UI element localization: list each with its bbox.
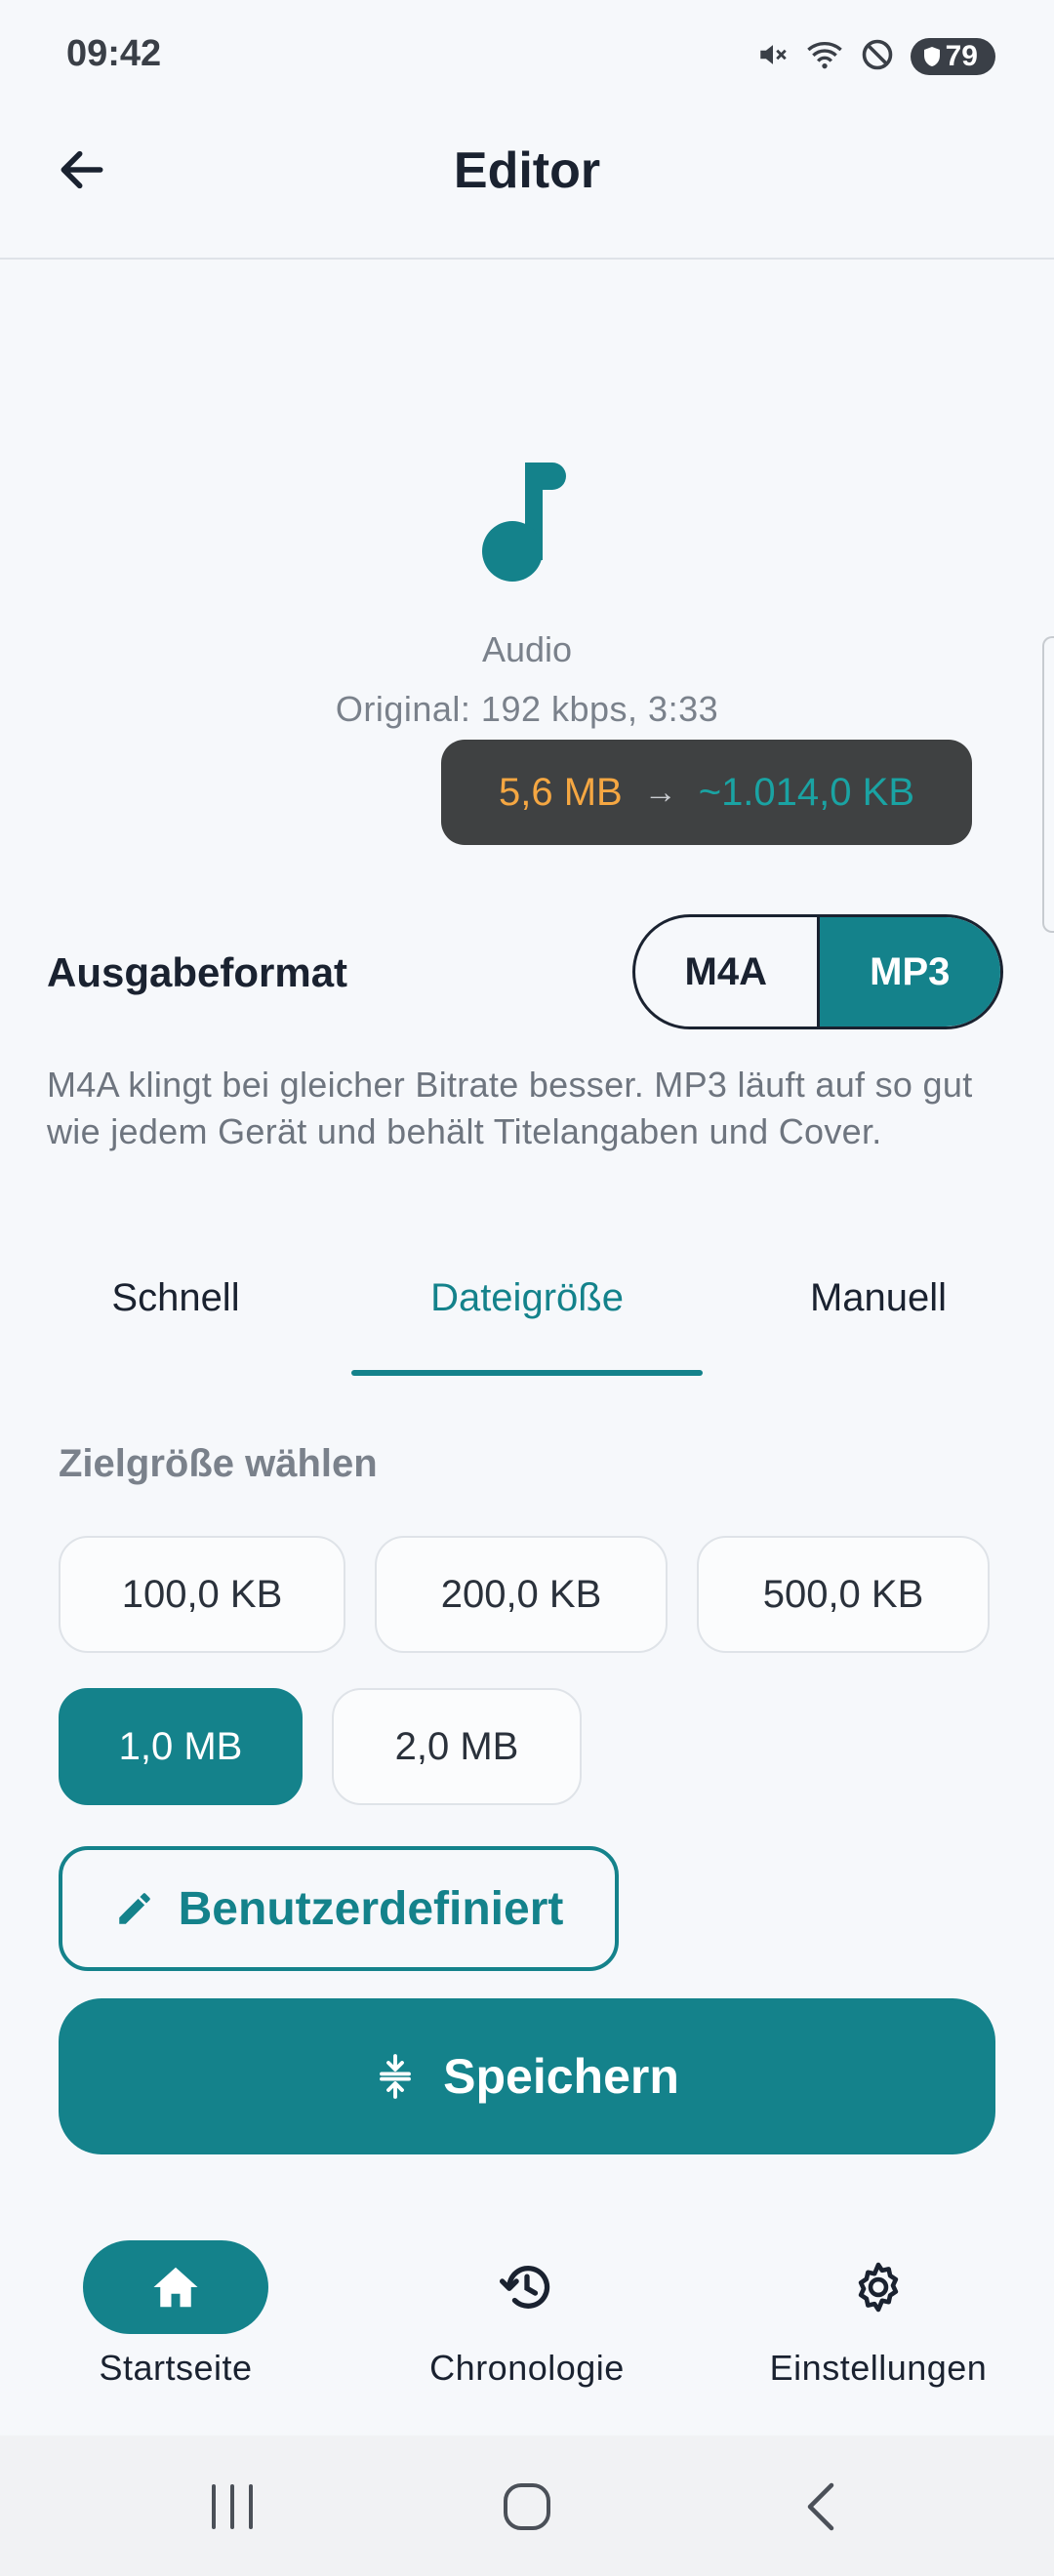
home-circle-icon (504, 2483, 550, 2530)
dnd-icon (860, 37, 895, 77)
format-option-mp3[interactable]: MP3 (816, 917, 1000, 1026)
size-chip-1mb[interactable]: 1,0 MB (59, 1688, 303, 1805)
nav-item-chronologie[interactable]: Chronologie (381, 2240, 673, 2389)
side-handle[interactable] (1042, 636, 1054, 933)
save-label: Speichern (443, 2049, 679, 2104)
system-back-button[interactable] (783, 2473, 861, 2541)
status-icons: 79 (756, 33, 995, 80)
media-type-label: Audio (481, 629, 573, 669)
home-icon (153, 2267, 198, 2308)
tab-schnell[interactable]: Schnell (0, 1276, 351, 1320)
format-description: M4A klingt bei gleicher Bitrate besser. … (47, 1065, 973, 1151)
nav-label-startseite: Startseite (99, 2348, 253, 2388)
battery-indicator: 79 (910, 38, 995, 75)
nav-label-einstellungen: Einstellungen (769, 2348, 988, 2388)
mute-icon (756, 38, 790, 76)
size-chip-100kb[interactable]: 100,0 KB (59, 1536, 345, 1653)
tab-dateigroesse[interactable]: Dateigröße (351, 1276, 703, 1320)
arrow-right-icon: → (643, 773, 677, 811)
size-chip-500kb[interactable]: 500,0 KB (697, 1536, 990, 1653)
page-title: Editor (453, 142, 601, 199)
nav-label-chronologie: Chronologie (429, 2348, 625, 2388)
nav-pill (434, 2240, 620, 2334)
nav-item-startseite[interactable]: Startseite (29, 2240, 322, 2389)
battery-level: 79 (945, 40, 978, 72)
target-size-label: Zielgröße wählen (59, 1442, 378, 1485)
original-size: 5,6 MB (498, 770, 623, 814)
estimated-size: ~1.014,0 KB (698, 770, 914, 814)
music-note-icon (478, 455, 576, 585)
pencil-icon (118, 1893, 150, 1924)
format-toggle: M4A MP3 (632, 914, 1003, 1029)
chevron-left-icon (807, 2482, 834, 2531)
wifi-icon (805, 38, 844, 76)
nav-pill-active (83, 2240, 268, 2334)
nav-pill (786, 2240, 971, 2334)
output-format-label: Ausgabeformat (47, 949, 348, 995)
format-option-m4a[interactable]: M4A (635, 917, 817, 1026)
custom-size-label: Benutzerdefiniert (178, 1882, 564, 1935)
compress-icon (380, 2054, 412, 2099)
custom-size-button[interactable]: Benutzerdefiniert (59, 1846, 619, 1971)
size-chip-2mb[interactable]: 2,0 MB (332, 1688, 582, 1805)
shield-icon (923, 47, 940, 66)
size-estimate-badge: 5,6 MB → ~1.014,0 KB (441, 740, 972, 845)
size-chip-200kb[interactable]: 200,0 KB (375, 1536, 668, 1653)
save-button[interactable]: Speichern (59, 1998, 995, 2154)
media-original-info: Original: 192 kbps, 3:33 (335, 689, 719, 729)
recents-icon (212, 2484, 253, 2529)
nav-item-einstellungen[interactable]: Einstellungen (732, 2240, 1025, 2389)
status-time: 09:42 (66, 33, 162, 74)
recent-apps-button[interactable] (193, 2473, 271, 2541)
tab-manuell[interactable]: Manuell (703, 1276, 1054, 1320)
gear-icon (858, 2262, 899, 2313)
tab-indicator (351, 1370, 703, 1376)
history-icon (499, 2266, 550, 2309)
home-button[interactable] (488, 2473, 566, 2541)
